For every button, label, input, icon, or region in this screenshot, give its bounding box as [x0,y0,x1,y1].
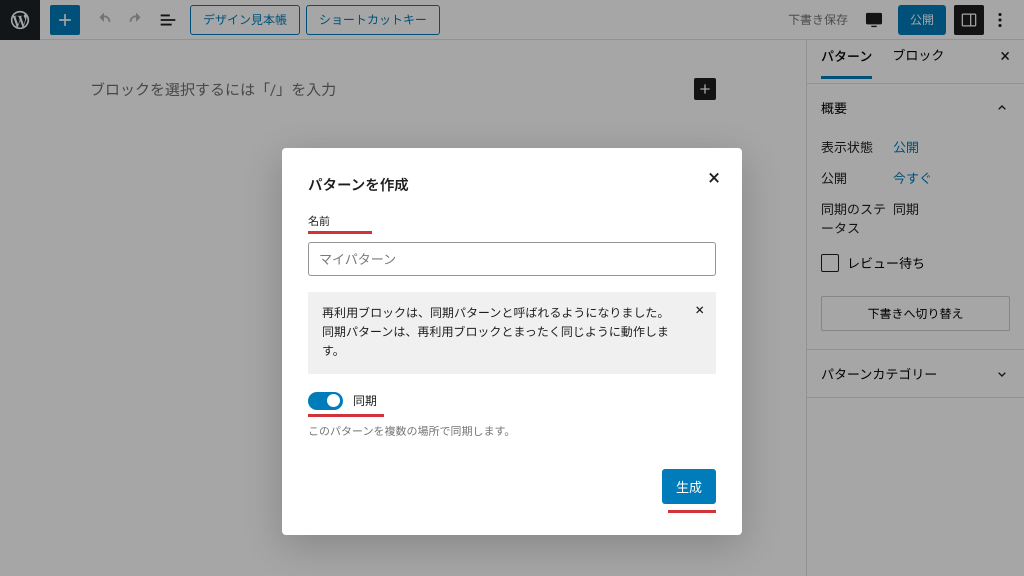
notice-dismiss-button[interactable]: × [695,302,704,318]
sync-toggle[interactable] [308,392,343,410]
sync-notice-text: 再利用ブロックは、同期パターンと呼ばれるようになりました。同期パターンは、再利用… [322,306,669,358]
create-pattern-modal: パターンを作成 × 名前 再利用ブロックは、同期パターンと呼ばれるようになりまし… [282,148,742,535]
name-field-label: 名前 [308,213,716,229]
highlight-sync [308,414,384,417]
sync-toggle-row: 同期 [308,392,716,410]
sync-help-text: このパターンを複数の場所で同期します。 [308,423,716,439]
modal-close-button[interactable]: × [708,168,720,190]
sync-notice: 再利用ブロックは、同期パターンと呼ばれるようになりました。同期パターンは、再利用… [308,292,716,374]
generate-button[interactable]: 生成 [662,469,716,504]
modal-overlay: パターンを作成 × 名前 再利用ブロックは、同期パターンと呼ばれるようになりまし… [0,0,1024,576]
sync-toggle-label: 同期 [353,392,377,409]
modal-title: パターンを作成 [308,174,716,195]
pattern-name-input[interactable] [308,242,716,276]
modal-actions: 生成 [308,469,716,513]
highlight-name [308,231,372,234]
highlight-generate [668,510,716,513]
